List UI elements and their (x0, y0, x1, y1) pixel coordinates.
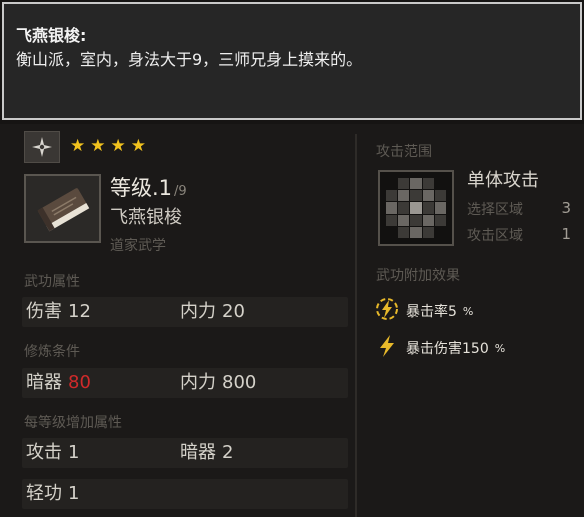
section-attributes: 武功属性 (24, 274, 80, 290)
skill-level-max: /9 (174, 184, 187, 199)
star-icon: ★ (70, 136, 86, 156)
skill-name: 飞燕银梭 (110, 207, 182, 228)
attack-type: 单体攻击 (467, 170, 539, 191)
section-attack-range: 攻击范围 (376, 144, 432, 160)
hidden-weapon-per-level: 暗器 2 (180, 442, 234, 463)
item-book-icon[interactable] (24, 174, 101, 243)
crit-rate-effect: 暴击率5% (374, 296, 473, 326)
section-per-level: 每等级增加属性 (24, 415, 122, 431)
hidden-weapon-requirement: 暗器 80 (26, 372, 91, 393)
item-tooltip: 飞燕银梭: 衡山派，室内，身法大于9，三师兄身上摸来的。 (2, 2, 582, 120)
star-icon: ★ (90, 136, 106, 156)
tooltip-title: 飞燕银梭: (16, 26, 87, 45)
section-bonus-effects: 武功附加效果 (376, 268, 460, 284)
tooltip-description: 衡山派，室内，身法大于9，三师兄身上摸来的。 (16, 50, 363, 69)
star-icon: ★ (130, 136, 146, 156)
select-area: 选择区域 3 (467, 199, 571, 218)
internal-power-stat: 内力 20 (180, 301, 245, 322)
crit-damage-effect: 暴击伤害150% (374, 333, 505, 363)
damage-stat: 伤害 12 (26, 301, 91, 322)
shuriken-icon (24, 131, 60, 163)
attack-range-grid (378, 170, 454, 246)
star-icon: ★ (110, 136, 126, 156)
attack-per-level: 攻击 1 (26, 442, 80, 463)
column-divider (355, 134, 357, 517)
skill-level: 等级.1/9 (110, 176, 187, 200)
skill-school: 道家武学 (110, 238, 166, 254)
attack-area: 攻击区域 1 (467, 225, 571, 244)
internal-power-requirement: 内力 800 (180, 372, 257, 393)
lightning-icon (374, 333, 400, 363)
lightning-circle-icon (374, 296, 400, 326)
section-requirements: 修炼条件 (24, 344, 80, 360)
star-rating: ★ ★ ★ ★ (70, 137, 146, 155)
lightness-per-level: 轻功 1 (26, 483, 80, 504)
